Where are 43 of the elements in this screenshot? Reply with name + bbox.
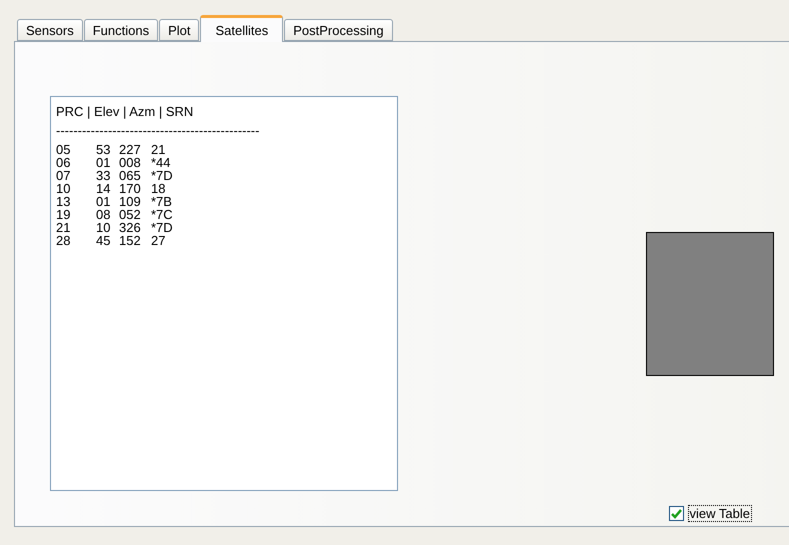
list-cell-text: 008 <box>119 156 142 169</box>
list-cell-text: 33 <box>96 169 112 182</box>
list-cell-text: 326 <box>119 221 142 234</box>
list-cell-text: 13 <box>56 195 72 208</box>
list-cell-text: *7D <box>151 169 174 182</box>
list-cell-text: 06 <box>56 156 72 169</box>
list-cell-text: 227 <box>119 143 142 156</box>
list-cell-text: 21 <box>56 221 72 234</box>
list-cell-text: *44 <box>151 156 172 169</box>
list-cell-text: 08 <box>96 208 112 221</box>
checkbox-label[interactable]: view Table <box>688 505 752 522</box>
check-icon <box>670 508 682 518</box>
list-cell-text: 05 <box>56 143 72 156</box>
list-cell-text: 07 <box>56 169 72 182</box>
list-cell-text: *7C <box>151 208 174 221</box>
tab[interactable]: Satellites <box>200 15 284 42</box>
list-cell-text: 21 <box>151 143 166 156</box>
list-cell-text: 01 <box>96 156 112 169</box>
list-cell-text: 10 <box>56 182 72 195</box>
list-cell-text: 14 <box>96 182 112 195</box>
list-cell-text: 109 <box>119 195 142 208</box>
list-cell-text: 01 <box>96 195 112 208</box>
list-cell-text: 28 <box>56 234 72 247</box>
list-cell-text: 53 <box>96 143 112 156</box>
list-cell-text: 18 <box>151 182 166 195</box>
list-cell-text: 052 <box>119 208 142 221</box>
list-cell-text: 45 <box>96 234 112 247</box>
separator-line: ----------------------------------------------- <box>56 124 260 137</box>
list-header: PRC | Elev | Azm | SRN <box>56 105 194 118</box>
list-cell-text: 152 <box>119 234 142 247</box>
list-cell-text: 27 <box>151 234 166 247</box>
satellite-list[interactable]: PRC | Elev | Azm | SRN ----------------------------------------------- 05 53 227 21 06 01 008 *44 07 33 065 *7D 10 14 170 18 13 01 109 *7B 19 08 052 *7C 21 10 326 *7D 28 45 152 27 <box>50 96 398 491</box>
tab[interactable]: PostProcessing <box>284 19 393 41</box>
list-cell-text: *7D <box>151 221 174 234</box>
tab[interactable]: Plot <box>159 19 200 41</box>
list-cell-text: 170 <box>119 182 142 195</box>
list-cell-text: 065 <box>119 169 142 182</box>
list-cell-text: *7B <box>151 195 173 208</box>
tab[interactable]: Sensors <box>17 19 83 41</box>
checkbox[interactable] <box>668 506 684 521</box>
tab[interactable]: Functions <box>84 19 158 41</box>
list-cell-text: 19 <box>56 208 72 221</box>
list-cell-text: 10 <box>96 221 112 234</box>
